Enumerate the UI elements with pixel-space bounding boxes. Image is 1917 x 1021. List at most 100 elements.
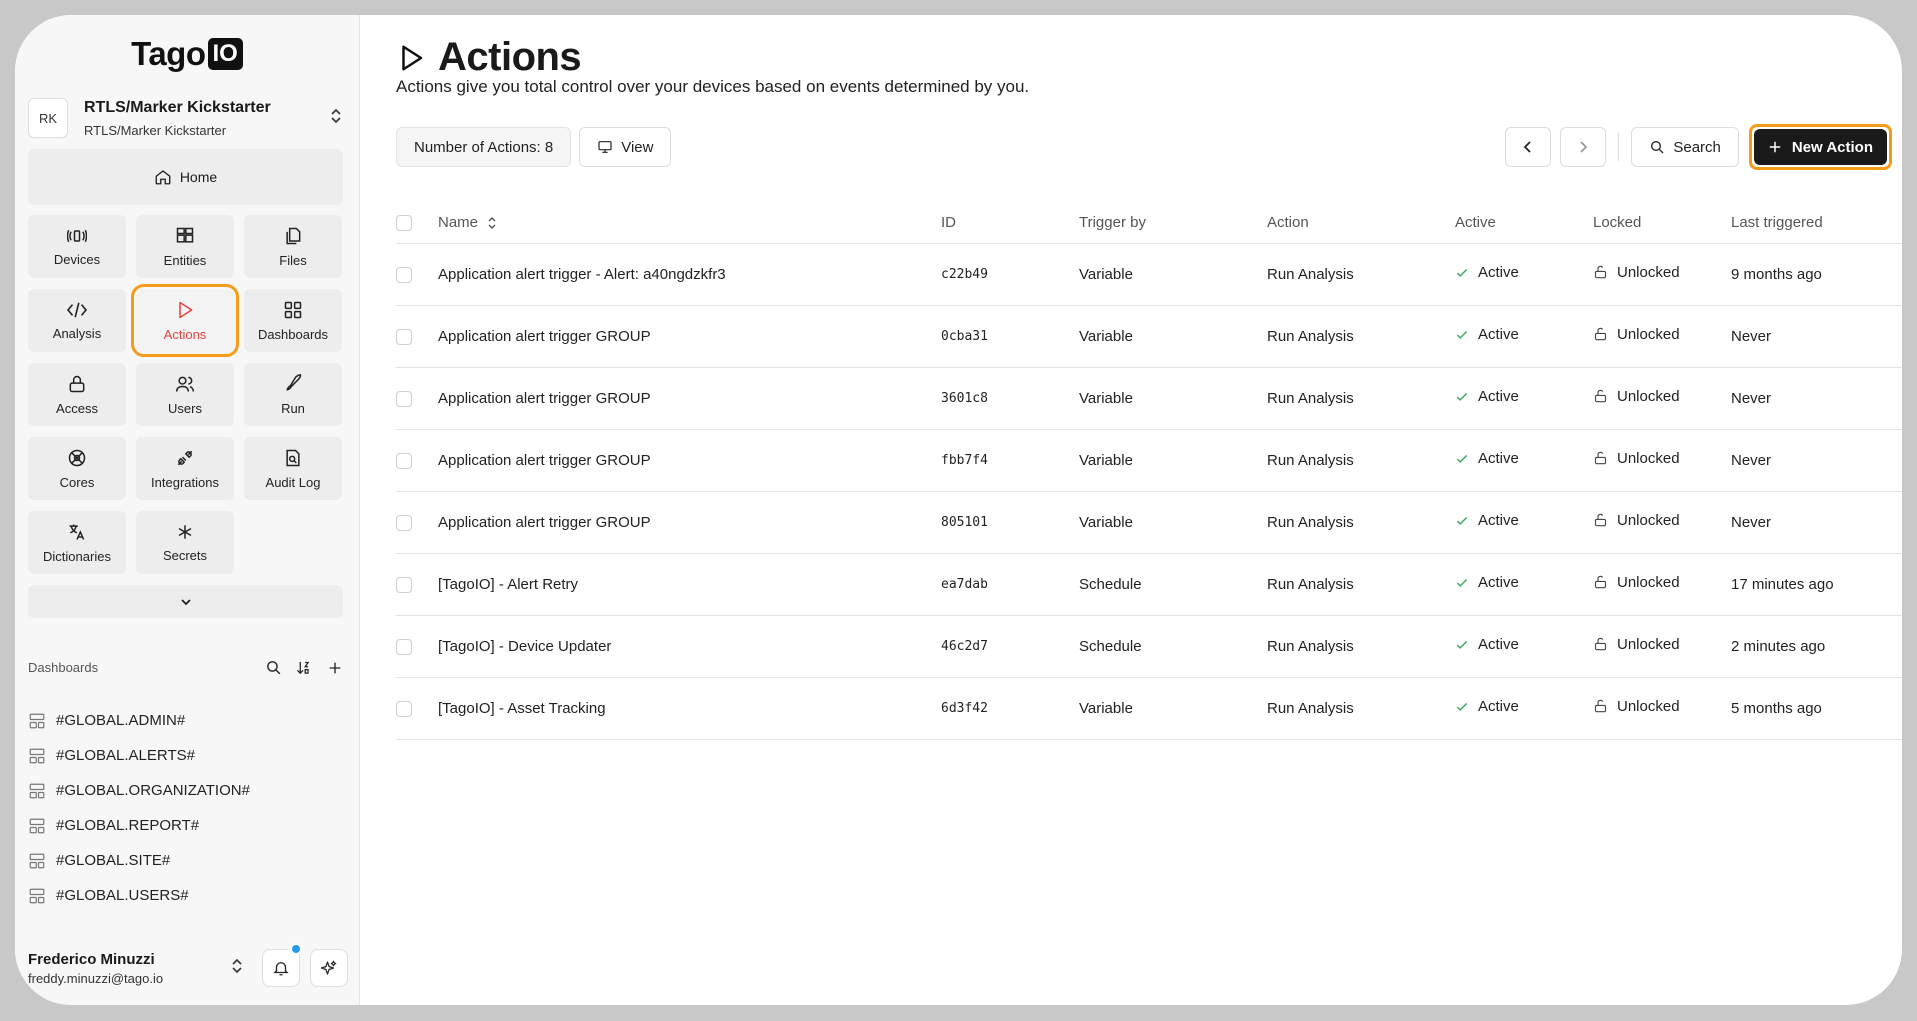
row-id: ea7dab: [941, 553, 1079, 616]
dashboards-tools: [265, 659, 343, 676]
actions-table: Name ID Trigger by Action Active Locked …: [396, 203, 1902, 740]
devices-icon: [67, 229, 87, 242]
table-row[interactable]: Application alert trigger GROUP 3601c8 V…: [396, 367, 1902, 430]
row-name[interactable]: [TagoIO] - Device Updater: [438, 615, 941, 678]
org-switcher[interactable]: RK RTLS/Marker Kickstarter RTLS/Marker K…: [28, 90, 346, 146]
dashboard-item-label: #GLOBAL.REPORT#: [56, 817, 200, 834]
table-row[interactable]: Application alert trigger GROUP 805101 V…: [396, 491, 1902, 554]
nav-audit-log[interactable]: Audit Log: [244, 437, 342, 500]
nav-dashboards[interactable]: Dashboards: [244, 289, 342, 352]
table-row[interactable]: Application alert trigger GROUP 0cba31 V…: [396, 305, 1902, 368]
nav-users[interactable]: Users: [136, 363, 234, 426]
row-active: Active: [1455, 553, 1593, 616]
table-row[interactable]: [TagoIO] - Alert Retry ea7dab Schedule R…: [396, 553, 1902, 616]
user-menu: Frederico Minuzzi freddy.minuzzi@tago.io: [28, 943, 348, 993]
nav-secrets[interactable]: Secrets: [136, 511, 234, 574]
plus-icon: [1769, 141, 1781, 153]
row-trigger: Variable: [1079, 243, 1267, 306]
unlock-icon: [1594, 700, 1607, 713]
row-name[interactable]: Application alert trigger - Alert: a40ng…: [438, 243, 941, 306]
ai-assistant-button[interactable]: [310, 949, 348, 987]
search-icon: [1651, 141, 1664, 154]
next-page-button[interactable]: [1560, 127, 1607, 167]
chevrons-updown-icon[interactable]: [222, 957, 252, 980]
table-row[interactable]: Application alert trigger - Alert: a40ng…: [396, 243, 1902, 306]
row-checkbox[interactable]: [396, 452, 412, 469]
row-locked-label: Unlocked: [1617, 697, 1680, 715]
row-name[interactable]: [TagoIO] - Asset Tracking: [438, 677, 941, 740]
search-button[interactable]: Search: [1631, 127, 1739, 167]
nav-dictionaries-label: Dictionaries: [43, 548, 111, 564]
select-all-checkbox[interactable]: [396, 215, 412, 232]
nav-access-label: Access: [56, 400, 98, 416]
nav-run[interactable]: Run: [244, 363, 342, 426]
bell-icon: [273, 962, 289, 976]
nav-devices[interactable]: Devices: [28, 215, 126, 278]
page-title: Actions: [438, 35, 582, 79]
dashboard-item[interactable]: #GLOBAL.USERS#: [28, 878, 343, 913]
nav-users-label: Users: [168, 400, 202, 416]
nav-entities[interactable]: Entities: [136, 215, 234, 278]
row-active-label: Active: [1478, 698, 1519, 716]
nav-dictionaries[interactable]: Dictionaries: [28, 511, 126, 574]
prev-page-button[interactable]: [1505, 127, 1552, 167]
row-trigger: Schedule: [1079, 615, 1267, 678]
row-checkbox[interactable]: [396, 514, 412, 531]
org-avatar: RK: [28, 98, 68, 138]
check-icon: [1456, 268, 1468, 277]
row-action: Run Analysis: [1267, 367, 1455, 430]
new-action-button[interactable]: New Action: [1753, 129, 1887, 165]
view-button[interactable]: View: [579, 127, 672, 167]
chevrons-updown-icon[interactable]: [326, 107, 346, 130]
nav-actions[interactable]: Actions: [131, 284, 239, 357]
row-name[interactable]: Application alert trigger GROUP: [438, 305, 941, 368]
audit-icon: [286, 449, 300, 466]
search-button-label: Search: [1673, 138, 1721, 156]
header-name[interactable]: Name: [438, 203, 941, 244]
row-checkbox[interactable]: [396, 700, 412, 717]
nav-analysis[interactable]: Analysis: [28, 289, 126, 352]
dashboard-item[interactable]: #GLOBAL.ALERTS#: [28, 738, 343, 773]
toolbar-divider: [1618, 133, 1620, 161]
dashboard-layout-icon: [29, 713, 45, 728]
lock-icon: [69, 375, 85, 392]
dashboard-item[interactable]: #GLOBAL.ORGANIZATION#: [28, 773, 343, 808]
rocket-icon: [286, 373, 302, 391]
plus-icon[interactable]: [327, 660, 343, 676]
sort-icon[interactable]: [296, 659, 313, 676]
dashboard-item[interactable]: #GLOBAL.SITE#: [28, 843, 343, 878]
page-description: Actions give you total control over your…: [396, 77, 1030, 96]
row-name[interactable]: [TagoIO] - Alert Retry: [438, 553, 941, 616]
row-checkbox[interactable]: [396, 576, 412, 593]
row-select-cell: [396, 305, 438, 368]
files-icon: [286, 227, 301, 244]
nav-home[interactable]: Home: [28, 149, 343, 205]
notifications-button[interactable]: [262, 943, 302, 987]
logo[interactable]: Tago IO: [15, 35, 359, 73]
row-checkbox[interactable]: [396, 390, 412, 407]
table-row[interactable]: [TagoIO] - Device Updater 46c2d7 Schedul…: [396, 615, 1902, 678]
nav-cores[interactable]: Cores: [28, 437, 126, 500]
dashboard-item[interactable]: #GLOBAL.ADMIN#: [28, 703, 343, 738]
table-row[interactable]: Application alert trigger GROUP fbb7f4 V…: [396, 429, 1902, 492]
row-checkbox[interactable]: [396, 638, 412, 655]
search-icon[interactable]: [265, 659, 282, 676]
dashboard-item-label: #GLOBAL.USERS#: [56, 887, 189, 904]
row-checkbox[interactable]: [396, 266, 412, 283]
nav-access[interactable]: Access: [28, 363, 126, 426]
user-info[interactable]: Frederico Minuzzi freddy.minuzzi@tago.io: [28, 951, 222, 986]
nav-home-label: Home: [179, 169, 218, 185]
row-name[interactable]: Application alert trigger GROUP: [438, 367, 941, 430]
row-active: Active: [1455, 491, 1593, 554]
nav-integrations[interactable]: Integrations: [136, 437, 234, 500]
page-header: Actions: [396, 35, 582, 80]
row-checkbox[interactable]: [396, 328, 412, 345]
row-name[interactable]: Application alert trigger GROUP: [438, 491, 941, 554]
row-trigger: Variable: [1079, 305, 1267, 368]
row-locked-label: Unlocked: [1617, 635, 1680, 653]
row-name[interactable]: Application alert trigger GROUP: [438, 429, 941, 492]
table-row[interactable]: [TagoIO] - Asset Tracking 6d3f42 Variabl…: [396, 677, 1902, 740]
nav-expand-button[interactable]: [28, 585, 343, 618]
nav-files[interactable]: Files: [244, 215, 342, 278]
dashboard-item[interactable]: #GLOBAL.REPORT#: [28, 808, 343, 843]
